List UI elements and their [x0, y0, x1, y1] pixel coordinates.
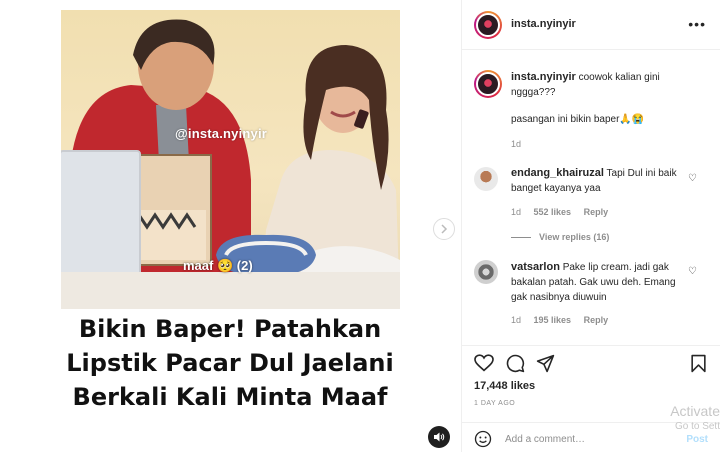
caption-time[interactable]: 1d: [511, 139, 521, 149]
commenter-avatar[interactable]: [474, 167, 498, 191]
post-date[interactable]: 1 DAY AGO: [474, 400, 515, 407]
next-slide-button[interactable]: [433, 218, 455, 240]
os-activation-watermark: Activate: [670, 403, 720, 419]
comment-body: vatsarlon Pake lip cream. jadi gak bakal…: [511, 260, 683, 305]
add-comment-input[interactable]: Add a comment…: [505, 434, 585, 445]
comments-list: insta.nyinyir coowok kalian gini nggga??…: [462, 50, 720, 345]
comment-heart-icon[interactable]: ♡: [688, 266, 697, 277]
bookmark-icon[interactable]: [690, 354, 707, 373]
comment-likes[interactable]: 552 likes: [534, 207, 572, 217]
comment-meta: 1d 552 likes Reply: [511, 207, 608, 217]
comment-meta: 1d 195 likes Reply: [511, 315, 608, 325]
comment-username[interactable]: endang_khairuzal: [511, 167, 604, 179]
comment-username[interactable]: vatsarlon: [511, 261, 560, 273]
author-avatar[interactable]: [474, 11, 502, 39]
photo-watermark: @insta.nyinyir: [175, 126, 268, 141]
chevron-right-icon: [441, 224, 448, 234]
view-replies-label: View replies (16): [539, 232, 610, 242]
view-replies-button[interactable]: View replies (16): [511, 232, 609, 242]
photo-overlay-caption: maaf 🥺 (2): [183, 258, 253, 273]
comment-body: endang_khairuzal Tapi Dul ini baik bange…: [511, 166, 681, 196]
speaker-icon: [434, 432, 445, 442]
comment-reply-button[interactable]: Reply: [584, 315, 609, 325]
post-photo[interactable]: @insta.nyinyir maaf 🥺 (2): [61, 10, 400, 309]
share-icon[interactable]: [536, 354, 555, 373]
caption-username[interactable]: insta.nyinyir: [511, 71, 576, 83]
more-horizontal-icon[interactable]: •••: [688, 16, 706, 32]
comment-time[interactable]: 1d: [511, 315, 521, 325]
post-headline: Bikin Baper! Patahkan Lipstik Pacar Dul …: [66, 315, 394, 411]
heart-icon[interactable]: [474, 354, 494, 372]
caption-text-line2: pasangan ini bikin baper🙏😭: [511, 114, 645, 125]
post-actions: 17,448 likes 1 DAY AGO Add a comment… Po…: [462, 345, 720, 452]
table-surface: [61, 272, 400, 309]
caption-body: insta.nyinyir coowok kalian gini nggga??…: [511, 70, 671, 100]
comment-time[interactable]: 1d: [511, 207, 521, 217]
emoji-icon[interactable]: [474, 430, 492, 448]
author-username[interactable]: insta.nyinyir: [511, 18, 576, 30]
post-header: insta.nyinyir •••: [462, 0, 720, 50]
comment-heart-icon[interactable]: ♡: [688, 173, 697, 184]
comment-icon[interactable]: [506, 354, 525, 373]
commenter-avatar[interactable]: [474, 260, 498, 284]
post-side-panel: insta.nyinyir ••• insta.nyinyir coowok k…: [462, 0, 720, 452]
mute-button[interactable]: [428, 426, 450, 448]
comment-likes[interactable]: 195 likes: [534, 315, 572, 325]
caption-avatar[interactable]: [474, 70, 502, 98]
os-activation-subtext: Go to Sett: [674, 421, 720, 432]
post-media: @insta.nyinyir maaf 🥺 (2) Bikin Baper! P…: [0, 0, 462, 452]
likes-count[interactable]: 17,448 likes: [474, 380, 535, 392]
post-comment-button[interactable]: Post: [686, 434, 708, 445]
comment-reply-button[interactable]: Reply: [584, 207, 609, 217]
